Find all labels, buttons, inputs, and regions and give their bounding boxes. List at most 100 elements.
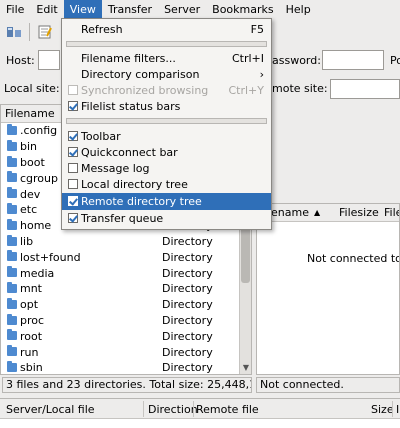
menu-help[interactable]: Help bbox=[280, 0, 317, 19]
sort-ascending-icon: ▲ bbox=[314, 208, 321, 217]
list-item[interactable]: opt Directory bbox=[1, 297, 251, 313]
column-filename[interactable]: Filename bbox=[5, 107, 55, 120]
message-log-label: Message log bbox=[81, 162, 150, 175]
list-item[interactable]: lib Directory bbox=[1, 234, 251, 250]
menu-item-message-log[interactable]: Message log bbox=[62, 160, 271, 177]
list-item[interactable]: proc Directory bbox=[1, 313, 251, 329]
site-manager-icon[interactable] bbox=[4, 22, 24, 42]
toolbar-separator bbox=[29, 23, 30, 41]
folder-icon bbox=[7, 124, 17, 135]
list-item[interactable]: run Directory bbox=[1, 344, 251, 360]
folder-icon bbox=[7, 297, 17, 309]
menu-item-filelist-status-bars[interactable]: Filelist status bars bbox=[62, 98, 271, 115]
folder-icon bbox=[7, 266, 17, 278]
remote-site-combo[interactable] bbox=[330, 79, 400, 99]
folder-icon bbox=[7, 360, 17, 372]
file-name: run bbox=[20, 345, 39, 359]
column-remote-file[interactable]: Remote file bbox=[196, 403, 259, 416]
column-direction[interactable]: Direction bbox=[148, 403, 198, 416]
file-name: boot bbox=[20, 155, 45, 169]
file-type: Directory bbox=[162, 361, 213, 375]
remote-site-label: mote site: bbox=[272, 82, 328, 95]
list-item[interactable]: lost+found Directory bbox=[1, 249, 251, 265]
file-type: Directory bbox=[162, 298, 213, 312]
column-size[interactable]: Size bbox=[371, 403, 394, 416]
filename-filters-shortcut: Ctrl+I bbox=[231, 52, 264, 65]
remote-directory-tree-checkbox[interactable] bbox=[68, 196, 78, 206]
file-type: Directory bbox=[162, 282, 213, 296]
menu-view[interactable]: View bbox=[63, 0, 102, 19]
local-directory-tree-checkbox[interactable] bbox=[68, 179, 78, 189]
menu-item-filename-filters[interactable]: Filename filters... Ctrl+I bbox=[62, 50, 271, 67]
file-name: bin bbox=[20, 140, 38, 154]
refresh-label: Refresh bbox=[81, 23, 123, 36]
local-site-label: Local site: bbox=[4, 82, 60, 95]
message-log-icon[interactable] bbox=[35, 22, 55, 42]
queue-header: Server/Local file Direction Remote file … bbox=[0, 399, 400, 419]
synchronized-browsing-label: Synchronized browsing bbox=[81, 84, 209, 97]
folder-icon bbox=[7, 202, 17, 214]
column-extra[interactable]: I bbox=[396, 403, 399, 416]
filelist-status-bars-checkbox[interactable] bbox=[68, 101, 78, 111]
file-name: .config bbox=[20, 124, 58, 138]
menu-transfer[interactable]: Transfer bbox=[102, 0, 158, 19]
menu-item-quickconnect-bar[interactable]: Quickconnect bar bbox=[62, 144, 271, 161]
file-name: etc bbox=[20, 203, 38, 217]
folder-icon bbox=[7, 234, 17, 246]
menu-edit[interactable]: Edit bbox=[30, 0, 63, 19]
password-label: assword: bbox=[272, 53, 321, 67]
menu-item-transfer-queue[interactable]: Transfer queue bbox=[62, 210, 271, 227]
menu-item-directory-comparison[interactable]: Directory comparison › bbox=[62, 66, 271, 83]
menu-server[interactable]: Server bbox=[158, 0, 206, 19]
transfer-queue-label: Transfer queue bbox=[81, 212, 164, 225]
file-name: lost+found bbox=[20, 250, 81, 264]
transfer-queue: Server/Local file Direction Remote file … bbox=[0, 398, 400, 428]
column-server-local-file[interactable]: Server/Local file bbox=[6, 403, 95, 416]
directory-comparison-label: Directory comparison bbox=[81, 68, 200, 81]
submenu-arrow-icon: › bbox=[259, 68, 264, 81]
column-remote-filename[interactable]: ename bbox=[271, 206, 309, 219]
menu-item-refresh[interactable]: Refresh F5 bbox=[62, 21, 271, 38]
menu-item-toolbar[interactable]: Toolbar bbox=[62, 128, 271, 145]
scroll-down-icon[interactable]: ▼ bbox=[241, 363, 251, 373]
file-type: Directory bbox=[162, 345, 213, 359]
column-filesize[interactable]: Filesize bbox=[339, 206, 379, 219]
file-name: cgroup bbox=[20, 171, 58, 185]
file-name: dev bbox=[20, 187, 41, 201]
quickconnect-bar-checkbox[interactable] bbox=[68, 147, 78, 157]
host-input[interactable] bbox=[38, 50, 60, 70]
list-item[interactable]: root Directory bbox=[1, 328, 251, 344]
folder-icon bbox=[7, 155, 17, 167]
list-item[interactable]: mnt Directory bbox=[1, 281, 251, 297]
folder-icon bbox=[7, 345, 17, 357]
password-input[interactable] bbox=[322, 50, 384, 70]
transfer-queue-checkbox[interactable] bbox=[68, 213, 78, 223]
menubar: File Edit View Transfer Server Bookmarks… bbox=[0, 0, 400, 19]
local-status-bar: 3 files and 23 directories. Total size: … bbox=[2, 377, 252, 393]
list-item[interactable]: media Directory bbox=[1, 265, 251, 281]
file-name: media bbox=[20, 266, 55, 280]
folder-icon bbox=[7, 187, 17, 199]
folder-icon bbox=[7, 329, 17, 341]
menu-item-synchronized-browsing: Synchronized browsing Ctrl+Y bbox=[62, 82, 271, 99]
view-menu-dropdown: Refresh F5 Filename filters... Ctrl+I Di… bbox=[61, 18, 272, 230]
menu-separator bbox=[66, 41, 267, 47]
menu-file[interactable]: File bbox=[0, 0, 30, 19]
file-type: Directory bbox=[162, 329, 213, 343]
file-name: proc bbox=[20, 313, 45, 327]
toolbar-checkbox[interactable] bbox=[68, 131, 78, 141]
message-log-checkbox[interactable] bbox=[68, 163, 78, 173]
file-name: mnt bbox=[20, 282, 42, 296]
menu-separator bbox=[66, 118, 267, 124]
list-item[interactable]: sbin Directory bbox=[1, 360, 251, 375]
folder-icon bbox=[7, 218, 17, 230]
toolbar-label: Toolbar bbox=[81, 130, 121, 143]
folder-icon bbox=[7, 171, 17, 183]
menu-bookmarks[interactable]: Bookmarks bbox=[206, 0, 279, 19]
port-label: Po bbox=[390, 53, 400, 67]
column-filetype[interactable]: File bbox=[384, 206, 399, 219]
file-name: sbin bbox=[20, 361, 43, 375]
menu-item-local-directory-tree[interactable]: Local directory tree bbox=[62, 176, 271, 193]
folder-icon bbox=[7, 313, 17, 325]
menu-item-remote-directory-tree[interactable]: Remote directory tree bbox=[62, 193, 271, 210]
